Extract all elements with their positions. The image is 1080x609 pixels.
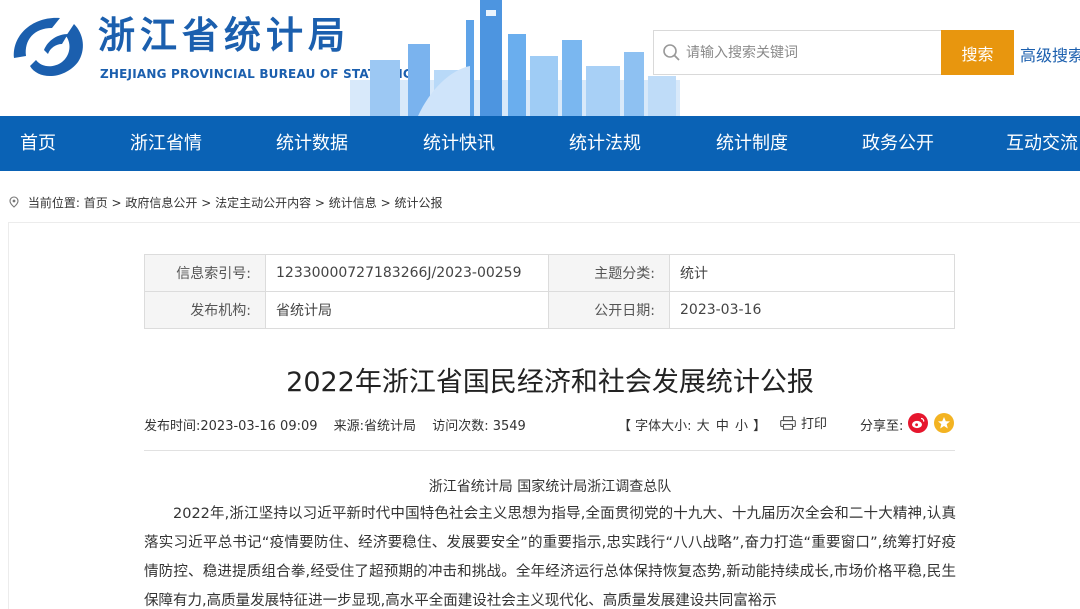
main-nav: 首页 浙江省情 统计数据 统计快讯 统计法规 统计制度 政务公开 互动交流 [0,116,1080,171]
city-skyline-illustration [350,0,680,116]
share-label: 分享至: [860,419,904,434]
nav-item-government-affairs[interactable]: 政务公开 [862,116,934,171]
article-author: 浙江省统计局 国家统计局浙江调查总队 [428,479,672,495]
nav-item-province-overview[interactable]: 浙江省情 [130,116,202,171]
printer-icon [780,416,796,430]
nav-item-home[interactable]: 首页 [20,116,56,171]
nav-item-statistics-law[interactable]: 统计法规 [569,116,641,171]
nav-item-statistics-news[interactable]: 统计快讯 [423,116,495,171]
font-size-medium-button[interactable]: 中 [716,419,729,434]
bureau-logo-icon[interactable] [8,10,90,86]
qzone-share-icon[interactable] [934,413,954,433]
font-size-control: 【 字体大小: 大 中 小 】 [618,415,766,434]
font-size-prefix: 【 字体大小: [618,419,692,434]
article-source: 来源:省统计局 [333,419,417,434]
advanced-search-link[interactable]: 高级搜索 [1020,42,1080,66]
article-title: 2022年浙江省国民经济和社会发展统计公报 [286,367,814,398]
date-label: 公开日期: [548,291,670,329]
search-box [653,30,943,75]
nav-item-statistics-system[interactable]: 统计制度 [716,116,788,171]
publisher-value: 省统计局 [265,291,549,329]
topic-value: 统计 [669,254,955,292]
topic-label: 主题分类: [548,254,670,292]
article-body: 2022年,浙江坚持以习近平新时代中国特色社会主义思想为指导,全面贯彻党的十九大… [144,506,956,609]
font-size-large-button[interactable]: 大 [697,419,710,434]
breadcrumb: 当前位置: 首页 > 政府信息公开 > 法定主动公开内容 > 统计信息 > 统计… [8,194,442,211]
print-label: 打印 [801,417,828,432]
view-count: 访问次数: 3549 [432,419,526,434]
site-header: 浙江省统计局 ZHEJIANG PROVINCIAL BUREAU OF STA… [0,0,1080,116]
publish-time: 发布时间:2023-03-16 09:09 [144,419,318,434]
search-input[interactable] [686,31,936,74]
search-icon [663,44,680,61]
index-label: 信息索引号: [144,254,266,292]
table-row: 信息索引号: 12330000727183266J/2023-00259 主题分… [144,254,955,292]
article-meta: 发布时间:2023-03-16 09:09 来源:省统计局 访问次数: 3549 [144,415,538,434]
font-size-small-button[interactable]: 小 [735,419,748,434]
font-size-suffix: 】 [753,419,767,434]
table-row: 发布机构: 省统计局 公开日期: 2023-03-16 [144,291,955,329]
publisher-label: 发布机构: [144,291,266,329]
date-value: 2023-03-16 [669,291,955,329]
divider [144,450,955,451]
search-button[interactable]: 搜索 [941,30,1014,75]
info-table: 信息索引号: 12330000727183266J/2023-00259 主题分… [144,254,955,329]
print-button[interactable]: 打印 [780,413,827,432]
index-value: 12330000727183266J/2023-00259 [265,254,549,292]
breadcrumb-path[interactable]: 首页 > 政府信息公开 > 法定主动公开内容 > 统计信息 > 统计公报 [84,196,443,210]
nav-item-interaction[interactable]: 互动交流 [1006,116,1078,171]
nav-item-statistics-data[interactable]: 统计数据 [276,116,348,171]
weibo-share-icon[interactable] [908,413,928,433]
breadcrumb-prefix: 当前位置: [27,196,80,210]
site-title: 浙江省统计局 [98,14,350,57]
location-pin-icon [9,196,19,208]
